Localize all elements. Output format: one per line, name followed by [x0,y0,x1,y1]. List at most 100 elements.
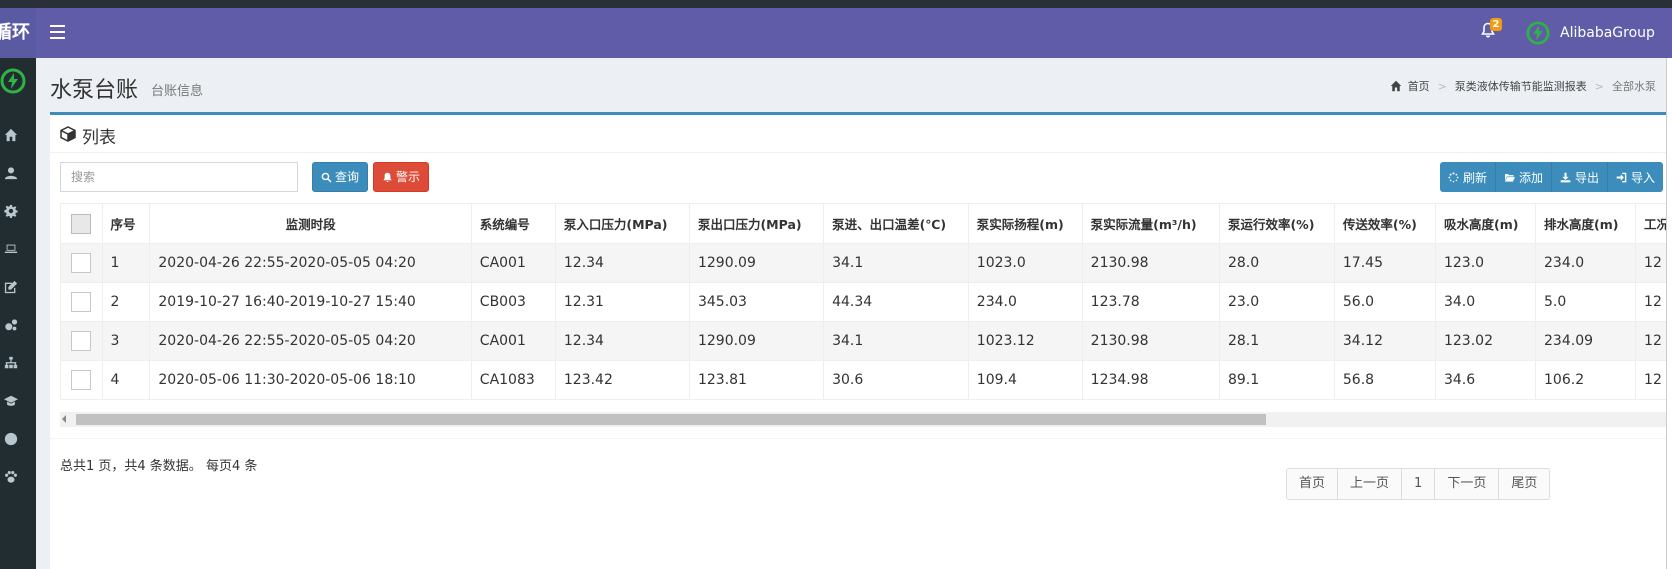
top-strip [0,0,1672,8]
main-content: 水泵台账 台账信息 首页 > 泵类液体传输节能监测报表 > 全部水泵 列表 搜索… [36,58,1672,569]
divider [50,438,1672,439]
table-cell: 1023.0 [967,243,1083,283]
table-cell: 34.0 [1434,282,1537,322]
alarm-button[interactable]: 警示 [373,162,430,192]
table-cell: 1290.09 [688,243,825,283]
table-cell: 123.02 [1434,321,1537,361]
edit-icon [4,280,18,294]
download-icon [1560,172,1571,182]
breadcrumb-report[interactable]: 泵类液体传输节能监测报表 [1455,78,1587,94]
column-header[interactable]: 系统编号 [470,203,556,244]
scroll-left-arrow-icon[interactable] [62,415,66,423]
user-avatar[interactable] [1526,21,1550,45]
scrollbar-thumb[interactable] [76,414,1266,425]
row-select-cell [60,360,103,400]
page-first-button[interactable]: 首页 [1287,469,1339,499]
table-cell: 1234.98 [1081,360,1220,400]
table-cell: 23.0 [1218,282,1335,322]
box-title: 列表 [82,128,116,148]
column-header[interactable]: 排水高度(m) [1535,203,1637,244]
table-cell: 34.6 [1434,360,1537,400]
row-checkbox[interactable] [71,370,92,390]
page-prev-button[interactable]: 上一页 [1338,469,1403,499]
table-row[interactable]: 4 2020-05-06 11:30-2020-05-06 18:10 CA10… [60,360,1672,400]
table-cell: 2130.98 [1081,243,1220,283]
cube-icon [60,126,76,142]
pagination-summary: 总共1 页，共4 条数据。 每页4 条 [60,459,258,474]
brand-logo-text[interactable]: 循环 [0,8,36,58]
table-cell: 234.09 [1535,321,1637,361]
page-next-button[interactable]: 下一页 [1435,469,1500,499]
import-button[interactable]: 导入 [1608,162,1664,192]
add-button[interactable]: 添加 [1496,162,1553,192]
table-cell: 12.34 [554,321,690,361]
sidebar-item-home[interactable] [0,116,36,154]
column-header[interactable]: 泵运行效率(%) [1218,203,1335,244]
bell-icon [383,172,392,182]
user-icon [4,167,18,180]
column-header[interactable]: 序号 [101,203,151,244]
user-name[interactable]: AlibabaGroup [1560,23,1655,43]
table-row[interactable]: 3 2020-04-26 22:55-2020-05-05 04:20 CA00… [60,321,1672,361]
search-icon [321,172,332,183]
page-last-button[interactable]: 尾页 [1499,469,1550,499]
export-button[interactable]: 导出 [1552,162,1609,192]
export-button-label: 导出 [1575,170,1600,185]
sidebar-item-training[interactable] [0,382,36,420]
box-header: 列表 [50,115,1672,153]
column-header[interactable]: 吸水高度(m) [1434,203,1537,244]
table-cell: 106.2 [1535,360,1637,400]
data-table: 序号 监测时段 系统编号 泵入口压力(MPa) 泵出口压力(MPa) 泵进、出口… [60,203,1672,400]
column-header[interactable]: 监测时段 [149,203,472,244]
table-cell: 34.1 [823,243,969,283]
page-number-button[interactable]: 1 [1402,469,1436,499]
column-header[interactable]: 传送效率(%) [1333,203,1436,244]
breadcrumb-home[interactable]: 首页 [1408,78,1430,94]
sidebar-item-devices[interactable] [0,230,36,268]
table-cell: CB003 [470,282,556,322]
sidebar-item-misc[interactable] [0,458,36,496]
window-right-edge [1666,58,1672,569]
table-cell: 30.6 [823,360,969,400]
sidebar-item-global[interactable] [0,420,36,458]
column-header[interactable]: 泵实际扬程(m) [967,203,1083,244]
table-cell: 1023.12 [967,321,1083,361]
sidebar-item-config[interactable] [0,306,36,344]
sidebar-item-edit[interactable] [0,268,36,306]
table-cell: 123.81 [688,360,825,400]
table-row[interactable]: 2 2019-10-27 16:40-2019-10-27 15:40 CB00… [60,282,1672,322]
table-cell: 89.1 [1218,360,1335,400]
table-row[interactable]: 1 2020-04-26 22:55-2020-05-05 04:20 CA00… [60,243,1672,283]
data-table-container: 序号 监测时段 系统编号 泵入口压力(MPa) 泵出口压力(MPa) 泵进、出口… [60,203,1672,403]
refresh-button-label: 刷新 [1463,170,1488,185]
table-cell: CA001 [470,321,556,361]
hamburger-menu-icon[interactable] [50,25,65,41]
row-checkbox[interactable] [71,331,92,351]
column-header[interactable]: 泵出口压力(MPa) [688,203,825,244]
table-cell: 2 [101,282,151,322]
search-input[interactable] [60,162,298,192]
action-button-group: 刷新 添加 导出 导入 [1440,162,1664,192]
sidebar-item-settings[interactable] [0,192,36,230]
recycle-logo-icon [0,68,26,94]
column-header[interactable]: 泵进、出口温差(℃) [823,203,969,244]
table-cell: 34.1 [823,321,969,361]
select-all-checkbox[interactable] [71,213,92,234]
sidebar-item-user[interactable] [0,154,36,192]
gear-icon [4,204,18,218]
list-box: 列表 查询 警示 刷新 添加 [50,112,1672,569]
row-checkbox[interactable] [71,292,92,312]
table-cell: 34.12 [1333,321,1436,361]
graduation-cap-icon [4,395,18,406]
horizontal-scrollbar[interactable] [60,412,1672,427]
row-checkbox[interactable] [71,253,92,273]
sidebar-item-structure[interactable] [0,344,36,382]
column-header[interactable]: 泵入口压力(MPa) [554,203,690,244]
column-header[interactable]: 泵实际流量(m³/h) [1081,203,1220,244]
query-button[interactable]: 查询 [312,162,369,192]
row-select-cell [60,321,103,361]
refresh-button[interactable]: 刷新 [1440,162,1497,192]
spinner-icon [1448,171,1459,182]
table-cell: 123.78 [1081,282,1220,322]
table-cell: 345.03 [688,282,825,322]
